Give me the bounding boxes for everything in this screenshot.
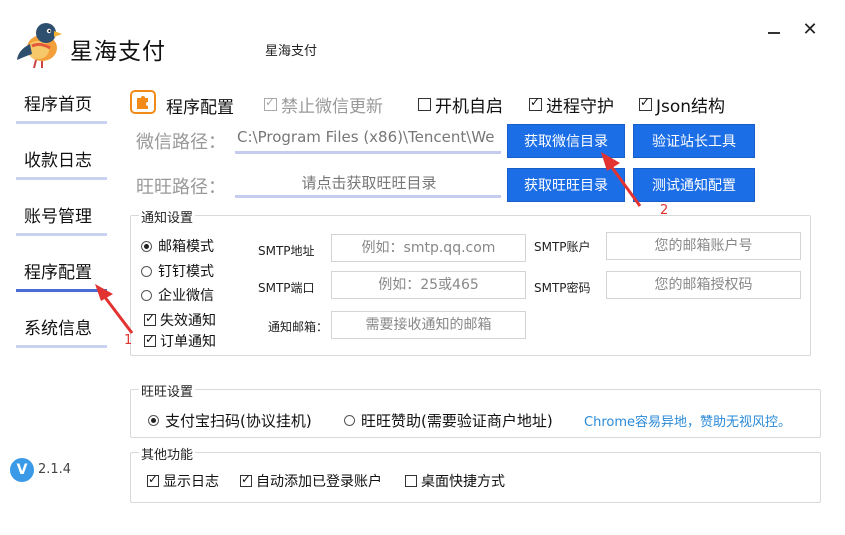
annotation-arrows bbox=[95, 152, 642, 334]
annotation-number-2: 2 bbox=[660, 203, 669, 218]
arrow-2-icon bbox=[601, 152, 642, 207]
arrow-1-icon bbox=[95, 284, 134, 334]
annotation-number-1: 1 bbox=[124, 333, 133, 348]
